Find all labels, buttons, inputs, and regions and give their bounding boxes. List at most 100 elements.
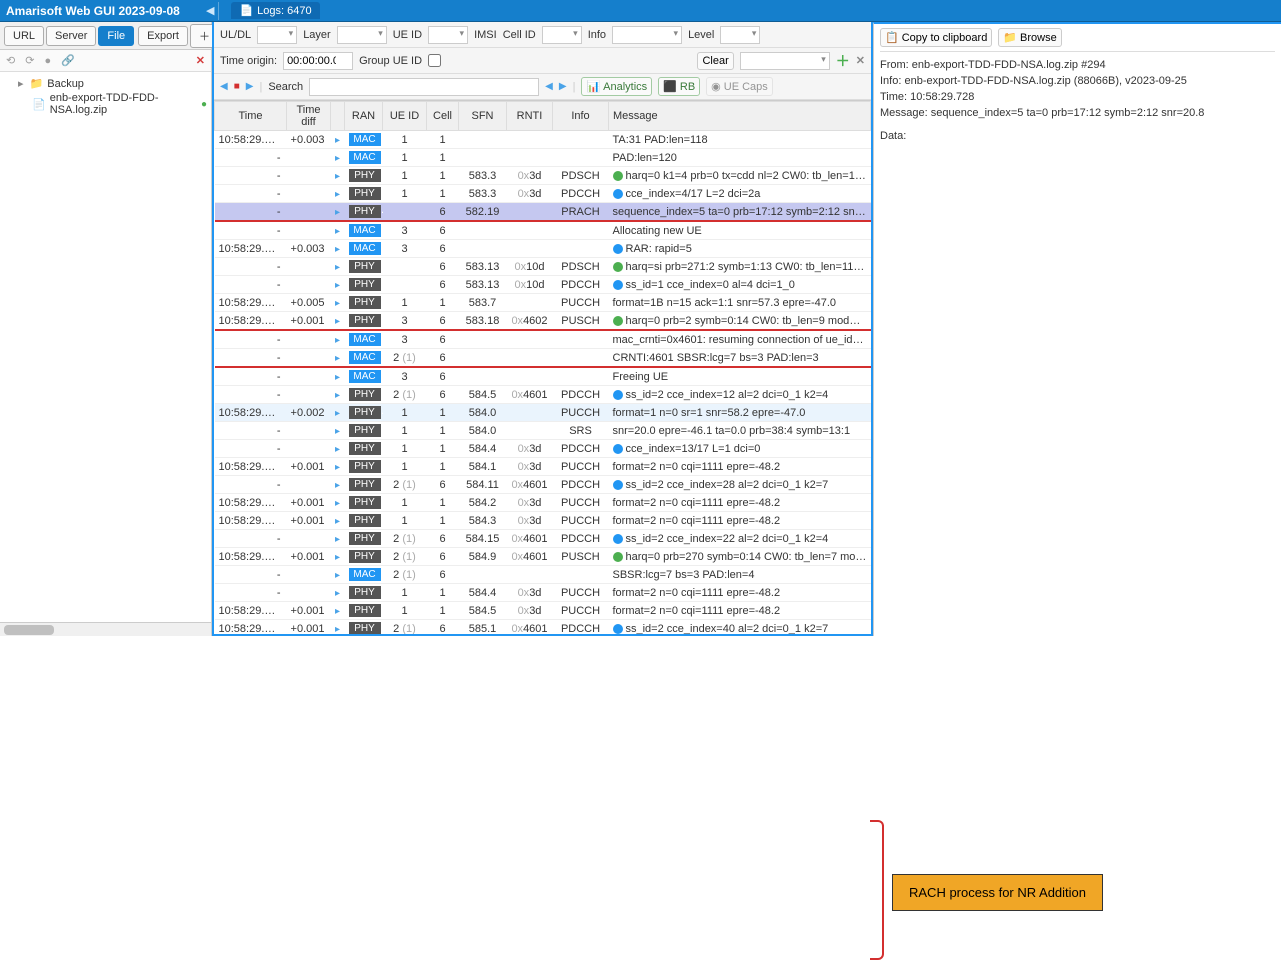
layer-select[interactable] (337, 26, 387, 44)
horizontal-scrollbar[interactable] (0, 622, 211, 636)
table-row[interactable]: -▸PHY2 (1)6584.150x4601PDCCHss_id=2 cce_… (215, 530, 871, 548)
browse-label: Browse (1020, 32, 1057, 44)
cell-cell: 6 (427, 240, 459, 258)
cell-rnti (507, 203, 553, 222)
time-origin-input[interactable] (283, 52, 353, 70)
cell-diff (287, 221, 331, 240)
table-row[interactable]: -▸MAC2 (1)6SBSR:lcg=7 bs=3 PAD:len=4 (215, 566, 871, 584)
table-row[interactable]: 10:58:29.741+0.001▸PHY11584.20x3dPUCCHfo… (215, 494, 871, 512)
cell-cell: 6 (427, 258, 459, 276)
col-rnti[interactable]: RNTI (507, 102, 553, 131)
cell-time: - (215, 584, 287, 602)
table-row[interactable]: -▸MAC36Freeing UE (215, 367, 871, 386)
table-row[interactable]: 10:58:29.745+0.001▸PHY2 (1)6585.10x4601P… (215, 620, 871, 635)
x-icon[interactable]: ✕ (856, 54, 865, 67)
cellid-select[interactable] (542, 26, 582, 44)
cell-sfn: 584.4 (459, 440, 507, 458)
ueid-select[interactable] (428, 26, 468, 44)
server-button[interactable]: Server (46, 26, 96, 46)
tree-folder-backup[interactable]: Backup (16, 76, 209, 91)
table-row[interactable]: 10:58:29.743+0.001▸PHY2 (1)6584.90x4601P… (215, 548, 871, 566)
table-row[interactable]: -▸PHY6582.19PRACHsequence_index=5 ta=0 p… (215, 203, 871, 222)
close-icon[interactable]: ✕ (196, 54, 205, 67)
cell-info: PUSCH (553, 548, 609, 566)
cell-cell: 6 (427, 530, 459, 548)
table-row[interactable]: -▸PHY11583.30x3dPDCCHcce_index=4/17 L=2 … (215, 185, 871, 203)
table-row[interactable]: -▸PHY11584.0SRSsnr=20.0 epre=-46.1 ta=0.… (215, 422, 871, 440)
analytics-button[interactable]: 📊 Analytics (581, 77, 652, 96)
table-row[interactable]: -▸PHY2 (1)6584.50x4601PDCCHss_id=2 cce_i… (215, 386, 871, 404)
table-row[interactable]: 10:58:29.739+0.002▸PHY11584.0PUCCHformat… (215, 404, 871, 422)
table-row[interactable]: -▸PHY11584.40x3dPDCCHcce_index=13/17 L=1… (215, 440, 871, 458)
cell-time: 10:58:29.737 (215, 312, 287, 331)
table-row[interactable]: 10:58:29.736+0.005▸PHY11583.7PUCCHformat… (215, 294, 871, 312)
table-row[interactable]: 10:58:29.742+0.001▸PHY11584.30x3dPUCCHfo… (215, 512, 871, 530)
search-next-icon[interactable]: ▶ (559, 81, 567, 92)
cell-msg: format=2 n=0 cqi=1111 epre=-48.2 (609, 494, 871, 512)
table-row[interactable]: -▸MAC36Allocating new UE (215, 221, 871, 240)
rb-button[interactable]: ⬛ RB (658, 77, 700, 96)
col-cell[interactable]: Cell (427, 102, 459, 131)
nav-pause-icon[interactable]: ■ (234, 81, 240, 92)
cell-info: PUCCH (553, 602, 609, 620)
table-row[interactable]: -▸MAC11PAD:len=120 (215, 149, 871, 167)
level-select[interactable] (720, 26, 760, 44)
nav-fwd-icon[interactable]: ▶ (246, 81, 254, 92)
cell-time: - (215, 349, 287, 368)
table-row[interactable]: -▸MAC2 (1)6CRNTI:4601 SBSR:lcg=7 bs=3 PA… (215, 349, 871, 368)
nav-back-icon[interactable]: ◀ (220, 81, 228, 92)
cell-ran: PHY (345, 185, 383, 203)
col-ran[interactable]: RAN (345, 102, 383, 131)
search-prev-icon[interactable]: ◀ (545, 81, 553, 92)
col-ueid[interactable]: UE ID (383, 102, 427, 131)
col-diff[interactable]: Time diff (287, 102, 331, 131)
cell-sfn: 583.7 (459, 294, 507, 312)
file-button[interactable]: File (98, 26, 134, 46)
direction-icon: ▸ (331, 185, 345, 203)
annotation-callout: RACH process for NR Addition (892, 874, 1103, 911)
copy-clipboard-button[interactable]: 📋 Copy to clipboard (880, 28, 992, 47)
status-blue-icon (613, 390, 623, 400)
table-row[interactable]: -▸PHY6583.130x10dPDSCHharq=si prb=271:2 … (215, 258, 871, 276)
cell-sfn: 584.5 (459, 602, 507, 620)
table-row[interactable]: 10:58:29.728+0.003▸MAC11TA:31 PAD:len=11… (215, 131, 871, 149)
table-row[interactable]: 10:58:29.737+0.001▸PHY36583.180x4602PUSC… (215, 312, 871, 331)
col-info[interactable]: Info (553, 102, 609, 131)
search-input[interactable] (309, 78, 539, 96)
cell-rnti: 0x3d (507, 512, 553, 530)
browse-button[interactable]: 📁 Browse (998, 28, 1061, 47)
info-select[interactable] (612, 26, 682, 44)
clear-button[interactable]: Clear (697, 52, 733, 70)
table-row[interactable]: 10:58:29.731+0.003▸MAC36RAR: rapid=5 (215, 240, 871, 258)
uldl-select[interactable] (257, 26, 297, 44)
cell-rnti (507, 330, 553, 349)
cell-time: 10:58:29.745 (215, 620, 287, 635)
link-icon[interactable]: 🔗 (61, 54, 75, 67)
logs-tab[interactable]: 📄 Logs: 6470 (231, 2, 319, 19)
col-msg[interactable]: Message (609, 102, 871, 131)
dot-icon[interactable]: ● (44, 55, 51, 67)
export-button[interactable]: Export (138, 26, 188, 46)
plus-icon[interactable]: ＋ (836, 51, 850, 71)
status-blue-icon (613, 480, 623, 490)
tree-file[interactable]: enb-export-TDD-FDD-NSA.log.zip (30, 91, 209, 117)
direction-icon: ▸ (331, 330, 345, 349)
table-row[interactable]: 10:58:29.744+0.001▸PHY11584.50x3dPUCCHfo… (215, 602, 871, 620)
table-row[interactable]: -▸PHY11583.30x3dPDSCHharq=0 k1=4 prb=0 t… (215, 167, 871, 185)
expand-icon[interactable] (18, 77, 26, 90)
col-time[interactable]: Time (215, 102, 287, 131)
table-row[interactable]: 10:58:29.740+0.001▸PHY11584.10x3dPUCCHfo… (215, 458, 871, 476)
collapse-left-icon[interactable]: ◀ (206, 4, 214, 17)
cell-ran: PHY (345, 620, 383, 635)
refresh2-icon[interactable]: ⟳ (25, 54, 34, 67)
table-row[interactable]: -▸PHY11584.40x3dPUCCHformat=2 n=0 cqi=11… (215, 584, 871, 602)
group-ueid-checkbox[interactable] (428, 54, 441, 67)
url-button[interactable]: URL (4, 26, 44, 46)
cell-sfn: 584.2 (459, 494, 507, 512)
table-row[interactable]: -▸PHY2 (1)6584.110x4601PDCCHss_id=2 cce_… (215, 476, 871, 494)
col-sfn[interactable]: SFN (459, 102, 507, 131)
clear-select[interactable] (740, 52, 830, 70)
refresh-icon[interactable]: ⟲ (6, 54, 15, 67)
table-row[interactable]: -▸MAC36mac_crnti=0x4601: resuming connec… (215, 330, 871, 349)
table-row[interactable]: -▸PHY6583.130x10dPDCCHss_id=1 cce_index=… (215, 276, 871, 294)
